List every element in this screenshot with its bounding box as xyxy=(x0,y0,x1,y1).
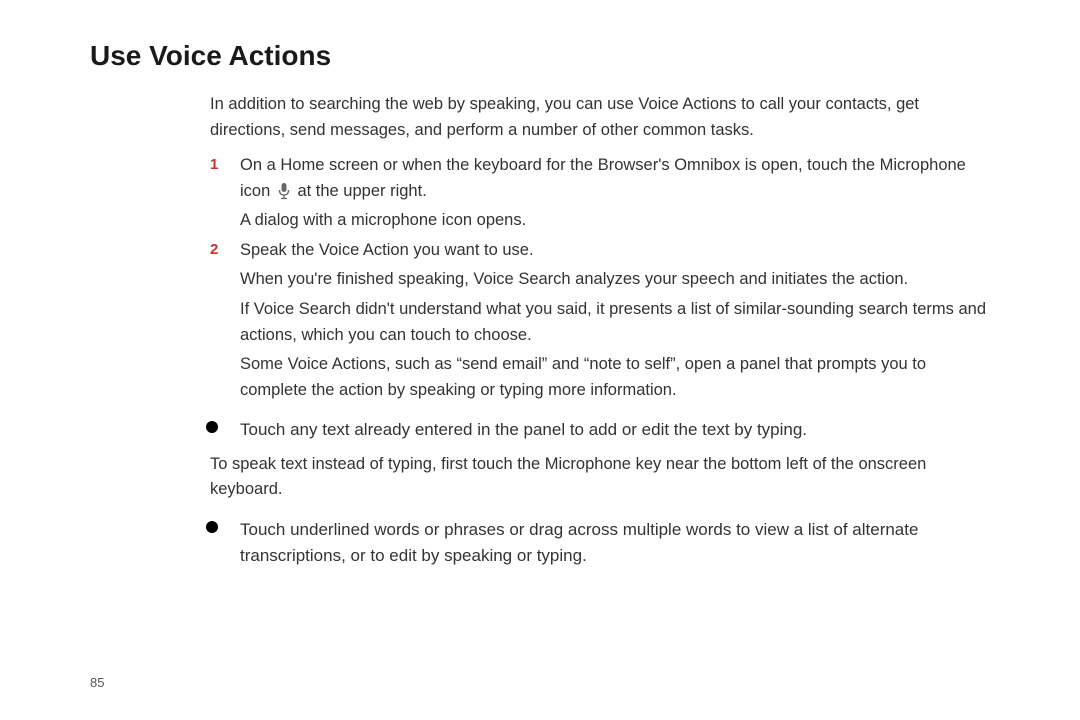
intro-paragraph: In addition to searching the web by spea… xyxy=(210,92,990,143)
step-2: 2 Speak the Voice Action you want to use… xyxy=(210,238,990,264)
microphone-icon xyxy=(277,182,291,200)
bullet-item-2: Touch underlined words or phrases or dra… xyxy=(210,517,990,570)
step-1-number: 1 xyxy=(210,153,218,176)
page-title: Use Voice Actions xyxy=(90,40,990,72)
page-number: 85 xyxy=(90,675,104,690)
step-2-result-3: Some Voice Actions, such as “send email”… xyxy=(210,352,990,403)
bullet-dot-icon xyxy=(206,421,218,433)
step-1-result: A dialog with a microphone icon opens. xyxy=(210,208,990,234)
bullet-2-text: Touch underlined words or phrases or dra… xyxy=(240,520,918,566)
step-2-text: Speak the Voice Action you want to use. xyxy=(240,241,534,259)
step-2-result-2: If Voice Search didn't understand what y… xyxy=(210,297,990,348)
bullet-1-text: Touch any text already entered in the pa… xyxy=(240,420,807,439)
body-content: In addition to searching the web by spea… xyxy=(90,92,990,570)
plain-paragraph-1: To speak text instead of typing, first t… xyxy=(210,452,990,503)
step-2-number: 2 xyxy=(210,238,218,261)
bullet-item-1: Touch any text already entered in the pa… xyxy=(210,417,990,444)
step-2-result-1: When you're finished speaking, Voice Sea… xyxy=(210,267,990,293)
step-1: 1 On a Home screen or when the keyboard … xyxy=(210,153,990,204)
step-1-text-after: at the upper right. xyxy=(293,182,427,200)
bullet-dot-icon xyxy=(206,521,218,533)
